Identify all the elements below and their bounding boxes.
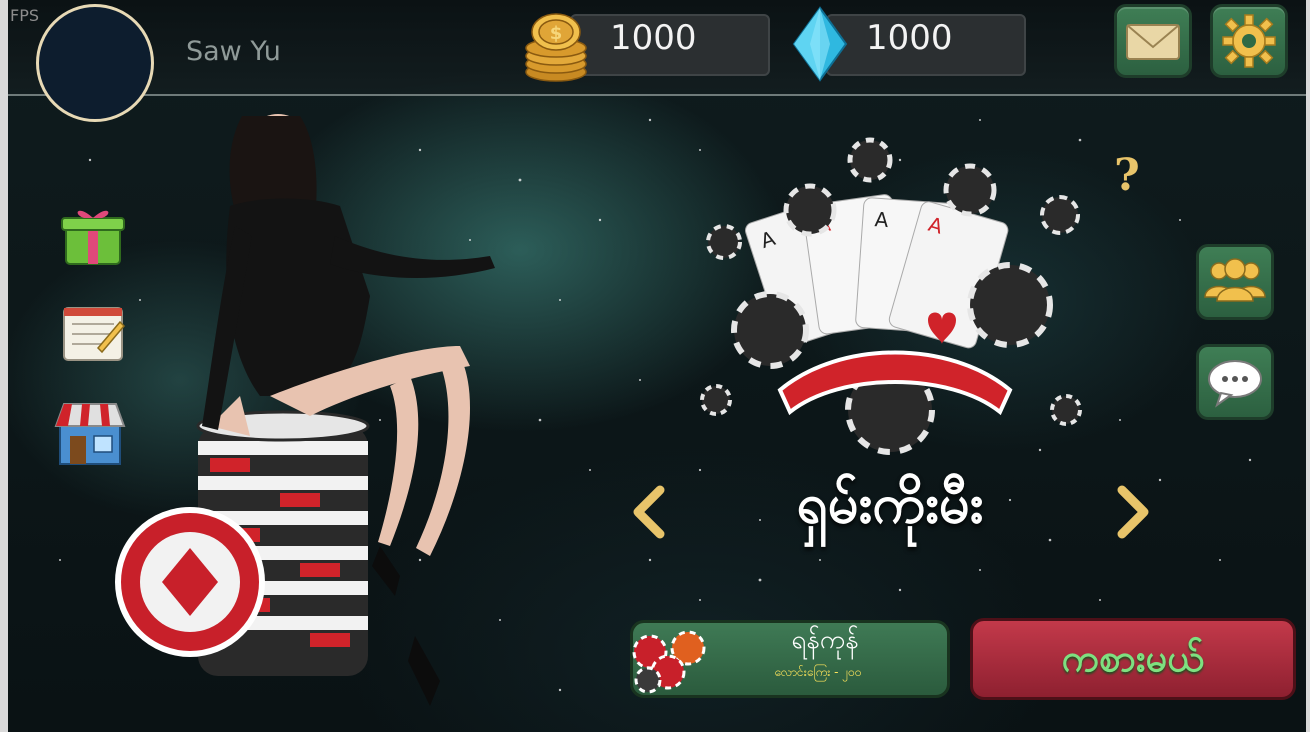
arrow-left-icon[interactable] bbox=[628, 484, 668, 540]
window-left-edge bbox=[0, 0, 8, 732]
quick-join-label: ရန်ကုန် bbox=[791, 625, 859, 655]
mail-button[interactable] bbox=[1114, 4, 1192, 78]
help-icon[interactable]: ? bbox=[1114, 150, 1140, 201]
shop-icon[interactable] bbox=[52, 396, 128, 470]
fps-counter: FPS bbox=[10, 6, 40, 25]
chat-button[interactable] bbox=[1196, 344, 1274, 420]
settings-button[interactable] bbox=[1210, 4, 1288, 78]
friends-button[interactable] bbox=[1196, 244, 1274, 320]
game-title: ရှမ်းကိုးမီး bbox=[796, 472, 984, 535]
chips-icon bbox=[632, 630, 706, 694]
svg-text:$: $ bbox=[550, 23, 563, 44]
window-right-edge bbox=[1306, 0, 1310, 732]
coin-amount: 1000 bbox=[610, 18, 697, 58]
play-button-label: ကစားမယ် bbox=[1061, 636, 1205, 680]
coin-icon: $ bbox=[525, 13, 587, 82]
svg-text:A: A bbox=[874, 207, 890, 232]
player-name: Saw Yu bbox=[186, 36, 281, 67]
notepad-icon[interactable] bbox=[58, 298, 128, 366]
friends-icon bbox=[1204, 258, 1266, 302]
game-card-art: A A A A bbox=[700, 137, 1082, 455]
quick-join-bet: လောင်းကြေး - ၂၀၀ bbox=[774, 665, 862, 679]
arrow-right-icon[interactable] bbox=[1114, 484, 1154, 540]
settings-icon bbox=[1222, 14, 1276, 68]
gift-icon[interactable] bbox=[58, 200, 128, 268]
gem-amount: 1000 bbox=[866, 18, 953, 58]
chat-icon bbox=[1208, 360, 1262, 408]
hostess-illustration bbox=[115, 114, 495, 706]
gem-icon bbox=[792, 6, 848, 82]
mail-icon bbox=[1126, 24, 1180, 60]
